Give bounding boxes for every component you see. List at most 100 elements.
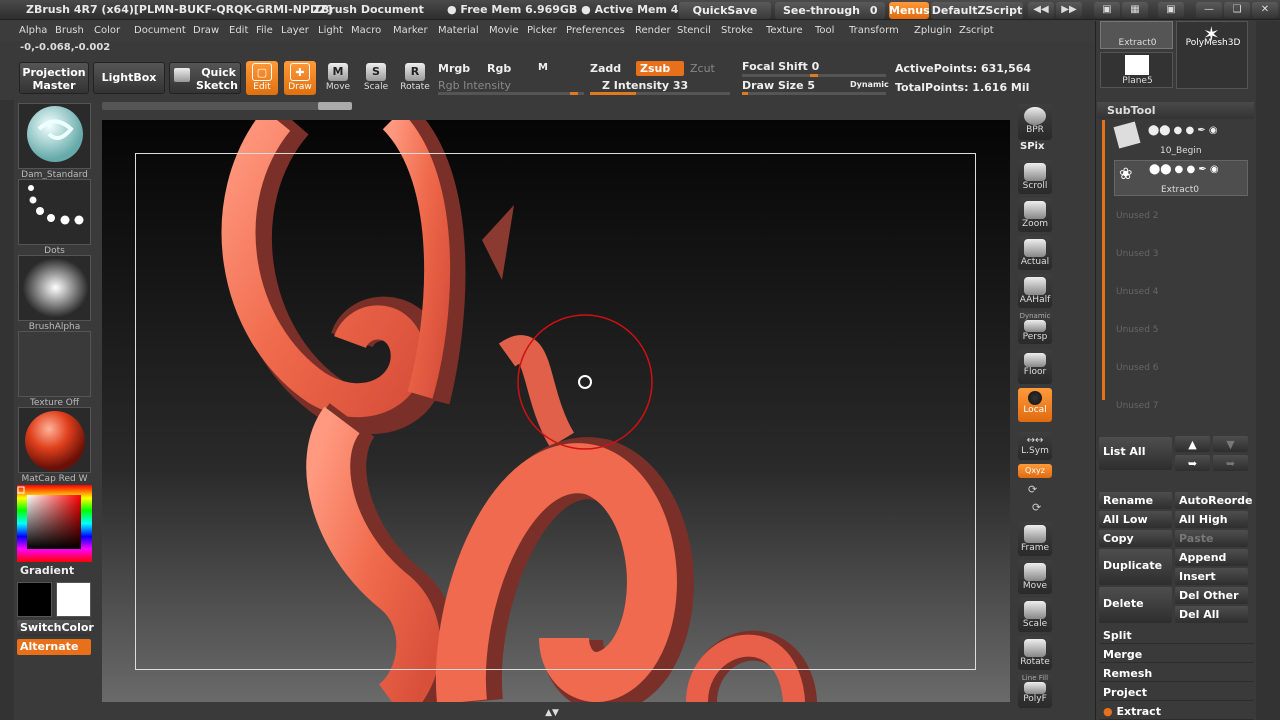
scale-view-button[interactable]: Scale <box>1018 598 1052 632</box>
move-button[interactable]: M Move <box>322 61 354 95</box>
bottom-tray-toggle-icon[interactable]: ▲▼ <box>540 708 564 718</box>
del-other-button[interactable]: Del Other <box>1175 587 1248 604</box>
subtool-item-10-begin[interactable]: ⬤⬤ ● ● ✒ ◉ 10_Begin <box>1113 121 1248 158</box>
persp-button[interactable]: Dynamic Persp <box>1018 312 1052 344</box>
subtool-slot[interactable]: Unused 6 <box>1116 363 1159 373</box>
menu-macro[interactable]: Macro <box>351 25 381 36</box>
menu-marker[interactable]: Marker <box>393 25 428 36</box>
subtool-item-extract0[interactable]: ❀ ⬤⬤ ● ● ✒ ◉ Extract0 <box>1114 160 1248 196</box>
menu-material[interactable]: Material <box>438 25 479 36</box>
alternate-button[interactable]: Alternate <box>17 639 91 655</box>
color-picker[interactable] <box>17 485 92 562</box>
subtool-slot[interactable]: Unused 4 <box>1116 287 1159 297</box>
list-all-button[interactable]: List All <box>1099 437 1172 470</box>
subtool-slot[interactable]: Unused 7 <box>1116 401 1159 411</box>
subtool-visibility-icons[interactable]: ⬤⬤ ● ● ✒ ◉ <box>1148 125 1218 136</box>
lightbox-button[interactable]: LightBox <box>93 62 165 94</box>
rgb-intensity-track[interactable] <box>438 92 584 95</box>
default-zscript-button[interactable]: DefaultZScript <box>931 2 1023 19</box>
rotate-z-icon[interactable]: ⟳ <box>1032 501 1041 514</box>
frame-button[interactable]: Frame <box>1018 522 1052 556</box>
menu-light[interactable]: Light <box>318 25 343 36</box>
minimize-icon[interactable]: — <box>1196 2 1222 18</box>
menus-button[interactable]: Menus <box>889 2 930 19</box>
menu-edit[interactable]: Edit <box>229 25 248 36</box>
project-section[interactable]: Project <box>1099 684 1254 701</box>
floor-button[interactable]: Floor <box>1018 350 1052 384</box>
menu-transform[interactable]: Transform <box>849 25 899 36</box>
menu-brush[interactable]: Brush <box>55 25 84 36</box>
texture-selector[interactable]: Texture Off <box>18 331 91 408</box>
gradient-label[interactable]: Gradient <box>20 564 74 577</box>
mrgb-toggle[interactable]: Mrgb <box>438 62 470 75</box>
menu-draw[interactable]: Draw <box>193 25 219 36</box>
append-button[interactable]: Append <box>1175 549 1248 566</box>
z-intensity-slider[interactable]: Z Intensity 33 <box>602 79 688 92</box>
rename-button[interactable]: Rename <box>1099 492 1172 509</box>
tool-thumb-extract[interactable]: Extract0 <box>1100 21 1173 49</box>
canvas-scrollbar[interactable] <box>102 102 352 110</box>
menu-color[interactable]: Color <box>94 25 120 36</box>
menu-zscript[interactable]: Zscript <box>959 25 994 36</box>
edit-button[interactable]: ▢ Edit <box>246 61 278 95</box>
layout-icon[interactable]: ▣ <box>1094 2 1120 18</box>
zadd-toggle[interactable]: Zadd <box>590 62 621 75</box>
quick-sketch-button[interactable]: Quick Sketch <box>169 62 241 94</box>
m-toggle[interactable]: M <box>538 62 548 73</box>
menu-movie[interactable]: Movie <box>489 25 519 36</box>
lsym-button[interactable]: ↔↔ L.Sym <box>1018 432 1052 460</box>
extract-section[interactable]: ● Extract <box>1099 703 1254 720</box>
left-tray-handle[interactable] <box>0 100 14 720</box>
menu-zplugin[interactable]: Zplugin <box>914 25 952 36</box>
move-view-button[interactable]: Move <box>1018 560 1052 594</box>
all-high-button[interactable]: All High <box>1175 511 1248 528</box>
rotate-y-icon[interactable]: ⟳ <box>1028 483 1037 496</box>
autoreorder-button[interactable]: AutoReorde <box>1175 492 1252 509</box>
menu-preferences[interactable]: Preferences <box>566 25 625 36</box>
layout-alt-icon[interactable]: ▦ <box>1122 2 1148 18</box>
duplicate-button[interactable]: Duplicate <box>1099 549 1172 585</box>
subtool-slot[interactable]: Unused 3 <box>1116 249 1159 259</box>
merge-section[interactable]: Merge <box>1099 646 1254 663</box>
subtool-header[interactable]: SubTool <box>1097 102 1254 119</box>
subtool-slot[interactable]: Unused 2 <box>1116 211 1159 221</box>
rotate-button[interactable]: R Rotate <box>399 61 431 95</box>
aahalf-button[interactable]: AAHalf <box>1018 274 1052 308</box>
menu-layer[interactable]: Layer <box>281 25 309 36</box>
scroll-button[interactable]: Scroll <box>1018 160 1052 194</box>
focal-shift-slider[interactable]: Focal Shift 0 <box>742 60 819 73</box>
menu-texture[interactable]: Texture <box>766 25 803 36</box>
main-color-swatch[interactable] <box>56 582 91 617</box>
zsub-toggle[interactable]: Zsub <box>636 61 684 76</box>
material-selector[interactable]: MatCap Red W <box>18 407 91 484</box>
menu-alpha[interactable]: Alpha <box>19 25 47 36</box>
zoom-button[interactable]: Zoom <box>1018 198 1052 232</box>
arrow-right-icon[interactable]: ➥ <box>1175 455 1210 471</box>
del-all-button[interactable]: Del All <box>1175 606 1248 623</box>
menu-document[interactable]: Document <box>134 25 186 36</box>
split-section[interactable]: Split <box>1099 627 1254 644</box>
menu-picker[interactable]: Picker <box>527 25 557 36</box>
scroll-right-icon[interactable]: ▶▶ <box>1056 2 1082 18</box>
menu-stroke[interactable]: Stroke <box>721 25 753 36</box>
subtool-visibility-icons[interactable]: ⬤⬤ ● ● ✒ ◉ <box>1149 164 1219 175</box>
bpr-button[interactable]: BPR <box>1018 104 1052 140</box>
secondary-color-swatch[interactable] <box>17 582 52 617</box>
rgb-intensity-slider[interactable]: Rgb Intensity <box>438 79 511 92</box>
copy-button[interactable]: Copy <box>1099 530 1172 547</box>
stroke-selector[interactable]: Dots <box>18 179 91 256</box>
dynamic-toggle[interactable]: Dynamic <box>850 80 889 89</box>
insert-button[interactable]: Insert <box>1175 568 1248 585</box>
alpha-selector[interactable]: BrushAlpha <box>18 255 91 332</box>
draw-button[interactable]: ✚ Draw <box>284 61 316 95</box>
move-down-icon[interactable]: ▼ <box>1213 436 1248 452</box>
menu-stencil[interactable]: Stencil <box>677 25 711 36</box>
rgb-toggle[interactable]: Rgb <box>487 62 511 75</box>
see-through-slider[interactable]: See-through 0 <box>775 2 885 19</box>
paste-button[interactable]: Paste <box>1175 530 1248 547</box>
menu-tool[interactable]: Tool <box>815 25 834 36</box>
tool-thumb-polymesh[interactable]: ✶ PolyMesh3D <box>1176 21 1248 89</box>
polyf-button[interactable]: Line Fill PolyF <box>1018 674 1052 708</box>
arrow-down-right-icon[interactable]: ➥ <box>1213 455 1248 471</box>
scale-button[interactable]: S Scale <box>360 61 392 95</box>
